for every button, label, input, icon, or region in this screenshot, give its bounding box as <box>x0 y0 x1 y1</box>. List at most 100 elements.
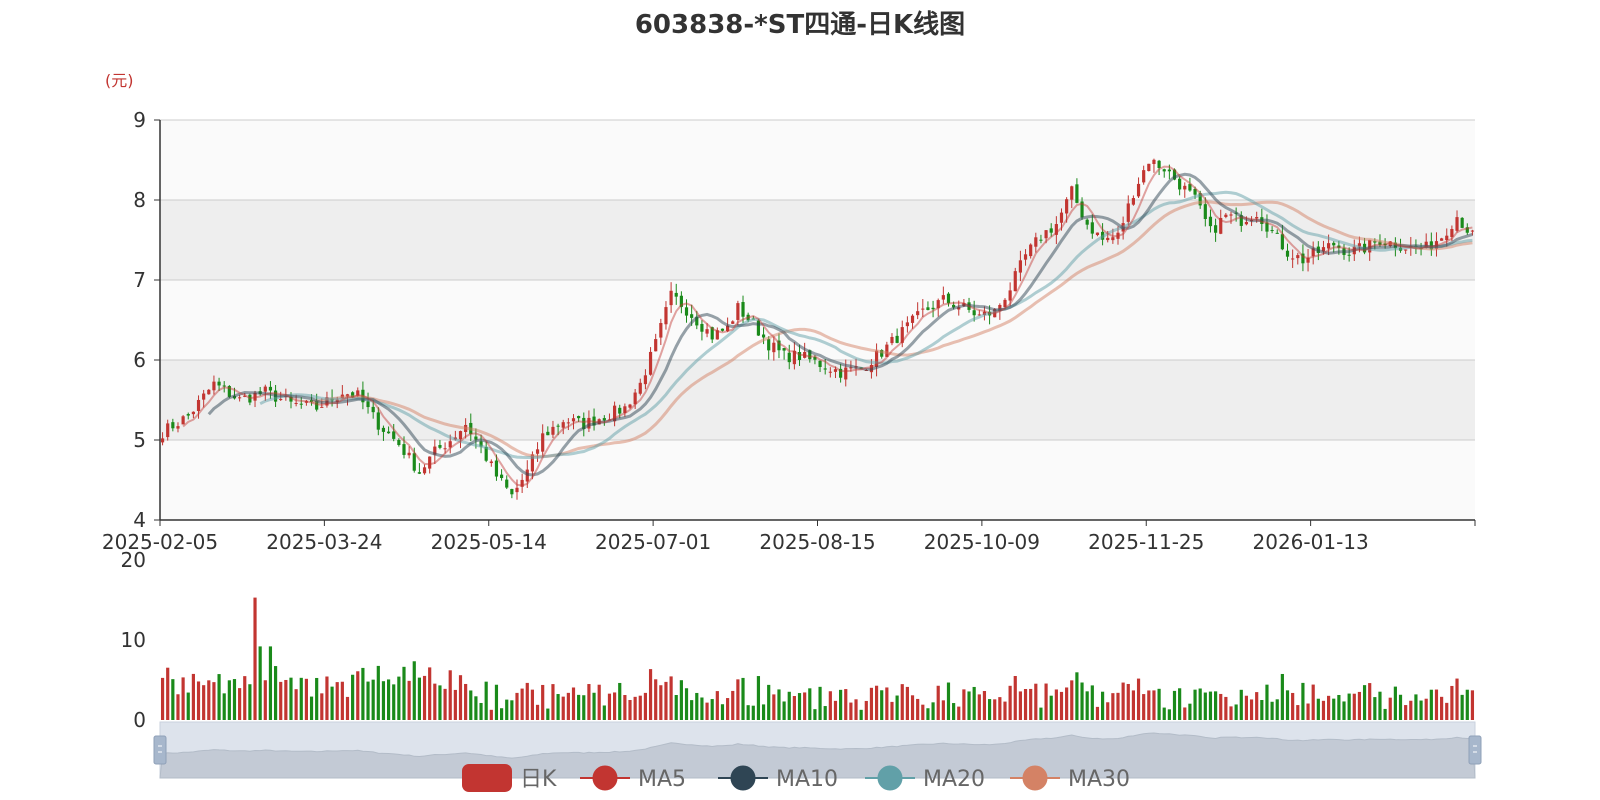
volume-bar <box>1034 683 1038 720</box>
volume-bar <box>751 705 755 720</box>
volume-bar <box>638 695 642 720</box>
candle-body <box>371 406 375 413</box>
volume-bar <box>787 691 791 720</box>
candle-body <box>160 438 165 443</box>
candle-body <box>422 467 427 474</box>
volume-bar <box>674 694 678 720</box>
volume-bar <box>284 679 288 720</box>
candle-body <box>1008 290 1012 301</box>
volume-bar <box>1275 699 1279 720</box>
candle-body <box>381 427 386 432</box>
volume-bar <box>618 682 622 720</box>
candle-body <box>510 488 514 495</box>
volume-bar <box>941 700 945 720</box>
candle-body <box>1152 159 1156 165</box>
volume-bar <box>1131 690 1136 720</box>
candle-body <box>1095 232 1100 236</box>
volume-bar <box>407 680 411 720</box>
candle-body <box>828 371 832 373</box>
volume-bar <box>566 692 570 720</box>
volume-bar <box>1445 702 1449 720</box>
volume-bar <box>299 677 303 720</box>
legend-item-日k: 日K <box>462 764 557 792</box>
volume-bar <box>1321 700 1326 720</box>
candle-body <box>171 422 175 429</box>
volume-bar <box>736 679 740 720</box>
volume-bar <box>1219 693 1223 720</box>
volume-bar <box>977 694 981 720</box>
volume-bar <box>433 683 437 720</box>
volume-bar <box>643 692 648 720</box>
volume-bar <box>397 676 401 720</box>
volume-bar <box>340 681 344 720</box>
grid-band <box>160 120 1475 200</box>
candle-body <box>202 393 206 400</box>
volume-bar <box>905 686 909 720</box>
volume-bar <box>1178 688 1182 720</box>
volume-bar <box>577 694 581 720</box>
candle-body <box>1327 243 1331 249</box>
volume-bar <box>1368 683 1372 720</box>
volume-bar <box>279 681 283 720</box>
legend-label: MA30 <box>1068 767 1130 792</box>
volume-bar <box>772 694 776 720</box>
volume-bar <box>1455 678 1459 720</box>
volume-bar <box>171 679 175 720</box>
price-grid-bands <box>160 120 1475 520</box>
volume-bar <box>546 708 550 720</box>
volume-bar <box>792 696 796 720</box>
volume-bar <box>741 677 745 720</box>
volume-y-axis: 0 10 20 <box>121 548 146 732</box>
volume-bar <box>1470 690 1475 720</box>
candle-body <box>1347 254 1351 256</box>
candle-body <box>412 453 416 471</box>
volume-bar <box>720 704 725 720</box>
candle-body <box>320 406 324 408</box>
volume-bar <box>1095 706 1100 720</box>
candle-body <box>1244 221 1249 225</box>
volume-bar <box>1167 709 1171 720</box>
volume-bar <box>361 667 365 720</box>
volume-bar <box>402 666 406 720</box>
volume-bar <box>931 702 935 720</box>
volume-bar <box>1013 675 1017 720</box>
candle-body <box>1285 250 1290 257</box>
candle-body <box>515 487 519 493</box>
volume-bar <box>181 677 185 720</box>
volume-bar <box>833 700 838 720</box>
y-tick-label: 4 <box>133 508 146 532</box>
volume-bar <box>438 685 442 720</box>
date-x-axis: 2025-02-05 2025-03-24 2025-05-14 2025-07-01… <box>102 519 1476 554</box>
volume-bar <box>874 685 879 720</box>
volume-bar <box>1059 691 1064 720</box>
volume-bar <box>684 688 689 720</box>
zoom-handle[interactable] <box>1468 735 1482 765</box>
volume-bar <box>376 665 380 720</box>
zoom-handle[interactable] <box>153 735 167 765</box>
volume-tick-label: 0 <box>133 708 146 732</box>
candle-body <box>181 416 185 425</box>
volume-bar <box>669 676 673 720</box>
y-tick-label: 6 <box>133 348 146 372</box>
volume-bar <box>916 698 920 720</box>
candle-body <box>1455 217 1459 231</box>
candle-body <box>551 426 555 435</box>
kline-chart: 603838-*ST四通-日K线图 (元) 456789 2025-02-05 2… <box>102 10 1482 792</box>
candle-body <box>1147 163 1151 172</box>
volume-bar <box>1136 678 1141 720</box>
candle-body <box>191 411 195 415</box>
volume-bar <box>597 684 601 720</box>
volume-bar <box>1008 685 1012 720</box>
volume-bar <box>571 687 576 720</box>
candle-body <box>376 412 380 430</box>
volume-bar <box>417 677 421 720</box>
candle-body <box>263 386 267 392</box>
volume-bar <box>679 680 683 720</box>
volume-bar <box>1234 704 1238 720</box>
grid-band <box>160 440 1475 520</box>
volume-bar <box>1285 690 1290 720</box>
candle-body <box>905 322 909 327</box>
volume-bar <box>443 688 447 720</box>
x-tick-label: 2025-11-25 <box>1088 530 1204 554</box>
candle-body <box>941 295 945 300</box>
